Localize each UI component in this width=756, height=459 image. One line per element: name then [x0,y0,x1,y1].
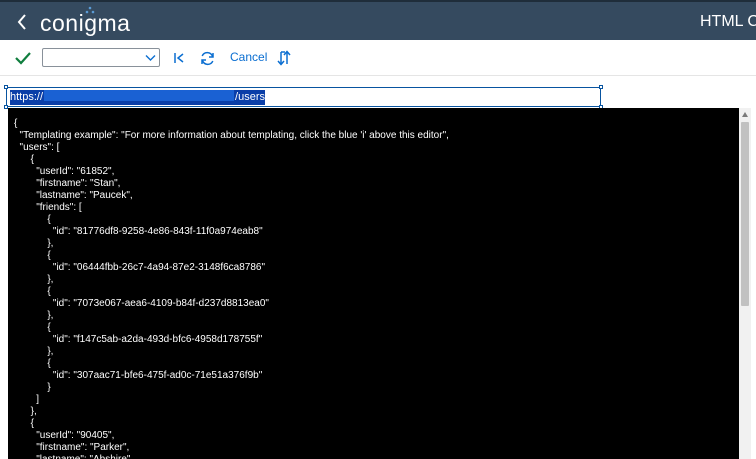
chevron-down-icon [145,55,156,61]
url-suffix: /users [235,91,265,103]
refresh-icon [201,51,214,66]
url-selected-text[interactable]: https:// /users [10,90,265,105]
url-input[interactable]: https:// /users [4,85,603,109]
refresh-button[interactable] [199,50,216,67]
shell-header: conigma HTML C [0,0,756,40]
code-editor[interactable]: { "Templating example": "For more inform… [8,108,751,459]
toolbar: Cancel [0,40,756,76]
go-to-start-button[interactable] [172,51,186,65]
go-to-start-icon [174,53,184,63]
back-button[interactable] [14,11,32,33]
resize-handle[interactable] [4,85,8,89]
logo-spark-icon [85,6,95,14]
resize-handle[interactable] [599,85,603,89]
checkmark-icon [15,52,31,65]
cancel-button[interactable]: Cancel [230,50,267,64]
cycle-button[interactable] [276,49,292,67]
cycle-icon [277,50,291,66]
scroll-up-icon[interactable] [742,112,748,117]
confirm-button[interactable] [14,50,32,66]
chevron-left-icon [17,14,26,30]
code-content[interactable]: { "Templating example": "For more inform… [14,118,449,459]
app-title: HTML C [700,13,756,30]
variant-select[interactable] [42,48,160,67]
url-prefix: https:// [10,91,44,103]
url-redacted-segment [44,90,235,101]
editor-scrollbar[interactable] [739,108,751,459]
scrollbar-thumb[interactable] [741,122,749,306]
